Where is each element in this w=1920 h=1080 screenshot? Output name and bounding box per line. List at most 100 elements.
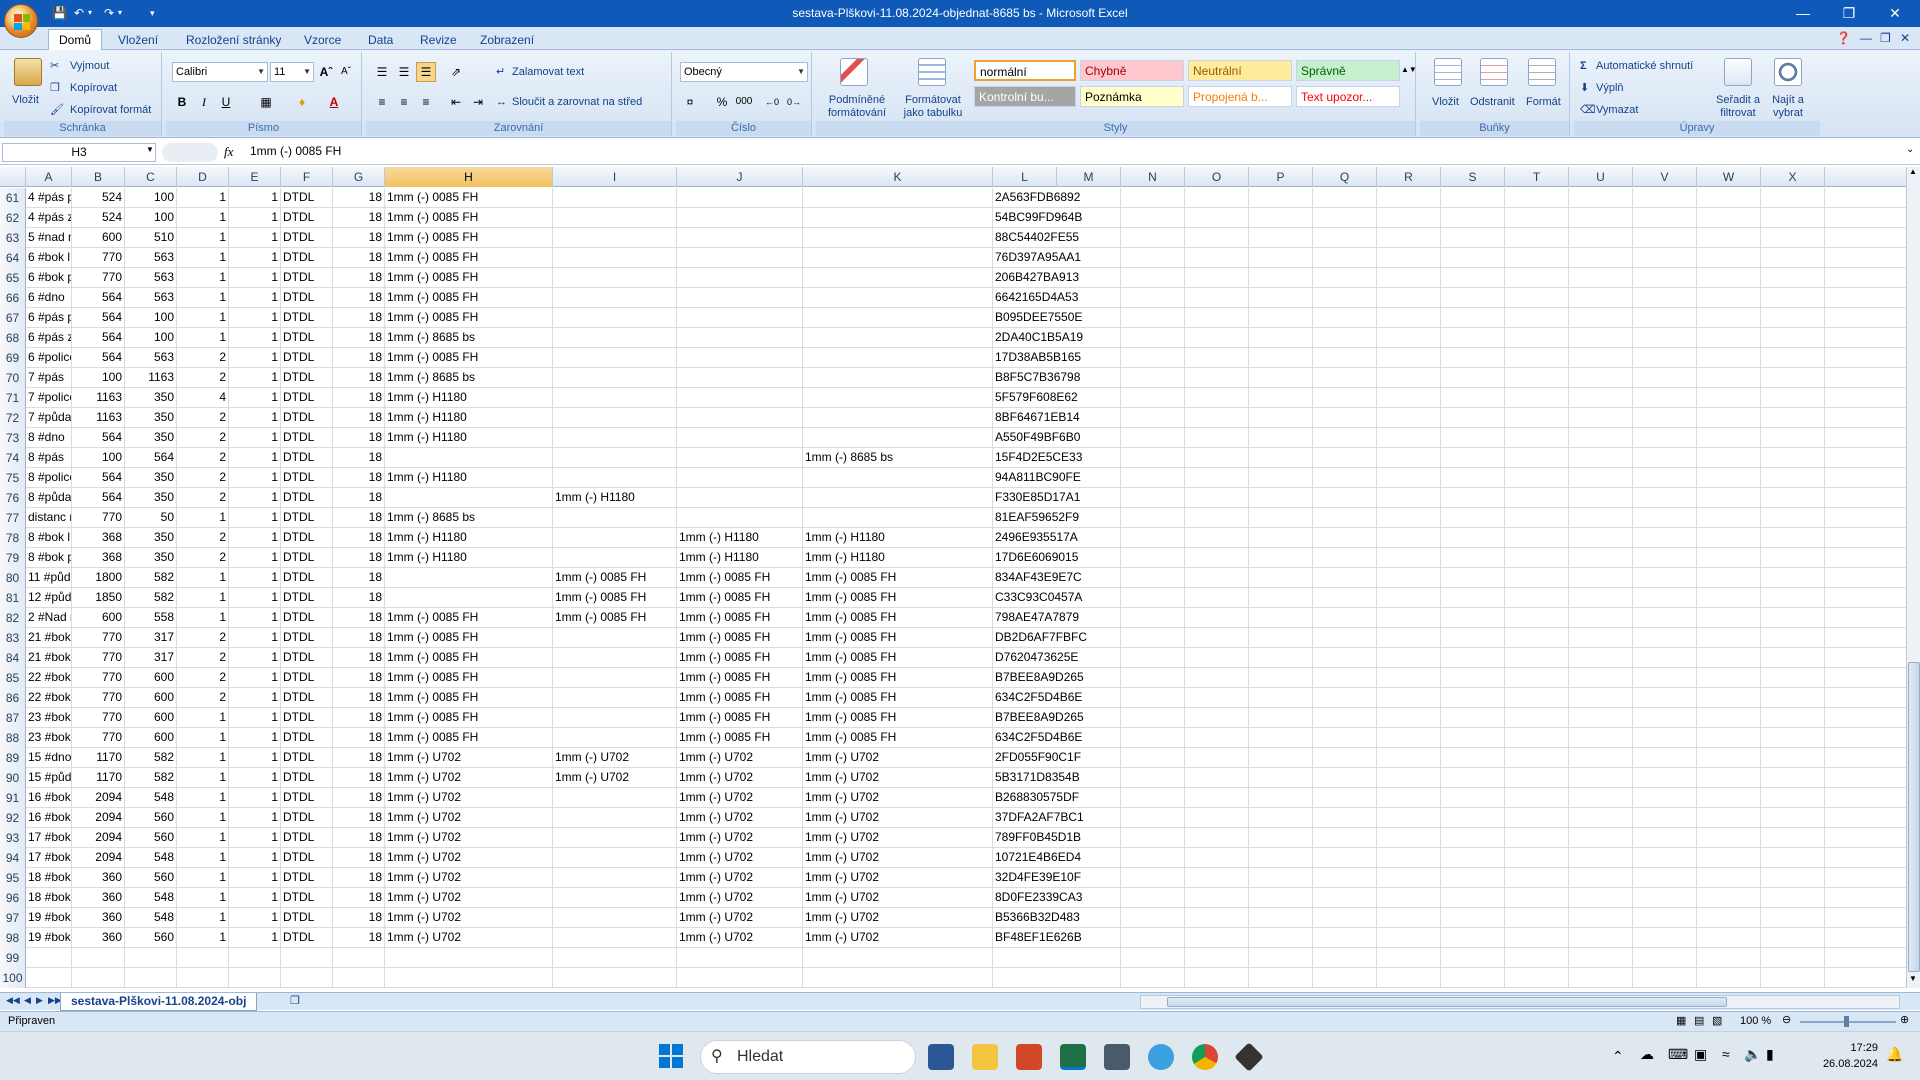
cell-e88[interactable]: 1 <box>229 728 281 747</box>
cell-r64[interactable] <box>1377 248 1441 267</box>
cell-i93[interactable] <box>553 828 677 847</box>
cell-i81[interactable]: 1mm (-) 0085 FH <box>553 588 677 607</box>
cell-a70[interactable]: 7 #pás <box>26 368 72 387</box>
cell-a81[interactable]: 12 #půda <box>26 588 72 607</box>
cell-v91[interactable] <box>1633 788 1697 807</box>
cell-j72[interactable] <box>677 408 803 427</box>
cell-x95[interactable] <box>1761 868 1825 887</box>
cell-f84[interactable]: DTDL <box>281 648 333 667</box>
cell-q84[interactable] <box>1313 648 1377 667</box>
cell-f88[interactable]: DTDL <box>281 728 333 747</box>
cell-e94[interactable]: 1 <box>229 848 281 867</box>
cell-t93[interactable] <box>1505 828 1569 847</box>
cell-a66[interactable]: 6 #dno <box>26 288 72 307</box>
cell-c93[interactable]: 560 <box>125 828 177 847</box>
cell-v98[interactable] <box>1633 928 1697 947</box>
cell-v85[interactable] <box>1633 668 1697 687</box>
find-select-icon[interactable] <box>1774 58 1802 86</box>
cell-k70[interactable] <box>803 368 993 387</box>
cell-l86[interactable]: 634C2F5D4B6E <box>993 688 1121 707</box>
row-header[interactable]: 91 <box>0 788 26 808</box>
cell-a72[interactable]: 7 #půda <box>26 408 72 427</box>
cell-u69[interactable] <box>1569 348 1633 367</box>
cell-p90[interactable] <box>1249 768 1313 787</box>
cell-g80[interactable]: 18 <box>333 568 385 587</box>
cell-k80[interactable]: 1mm (-) 0085 FH <box>803 568 993 587</box>
column-header-u[interactable]: U <box>1569 167 1633 187</box>
cell-j95[interactable]: 1mm (-) U702 <box>677 868 803 887</box>
cell-v99[interactable] <box>1633 948 1697 967</box>
cell-w81[interactable] <box>1697 588 1761 607</box>
insert-cells-button[interactable]: Vložit <box>1432 96 1459 109</box>
cell-x61[interactable] <box>1761 188 1825 207</box>
volume-icon[interactable]: 🔈 <box>1744 1046 1761 1063</box>
cell-d65[interactable]: 1 <box>177 268 229 287</box>
cell-x94[interactable] <box>1761 848 1825 867</box>
cell-x82[interactable] <box>1761 608 1825 627</box>
row-header[interactable]: 68 <box>0 328 26 348</box>
cell-b62[interactable]: 524 <box>72 208 125 227</box>
cell-o93[interactable] <box>1185 828 1249 847</box>
cell-g99[interactable] <box>333 948 385 967</box>
cell-q96[interactable] <box>1313 888 1377 907</box>
thousands-button[interactable]: 000 <box>734 92 754 112</box>
prev-sheet-icon[interactable]: ◀ <box>24 995 31 1006</box>
cell-u77[interactable] <box>1569 508 1633 527</box>
cell-t70[interactable] <box>1505 368 1569 387</box>
cell-i68[interactable] <box>553 328 677 347</box>
cell-j75[interactable] <box>677 468 803 487</box>
restore-icon[interactable]: ❐ <box>1826 0 1872 27</box>
cell-f87[interactable]: DTDL <box>281 708 333 727</box>
row-header[interactable]: 75 <box>0 468 26 488</box>
cell-c96[interactable]: 548 <box>125 888 177 907</box>
cell-l64[interactable]: 76D397A95AA1 <box>993 248 1121 267</box>
cell-v65[interactable] <box>1633 268 1697 287</box>
cell-t62[interactable] <box>1505 208 1569 227</box>
row-header[interactable]: 85 <box>0 668 26 688</box>
cell-x86[interactable] <box>1761 688 1825 707</box>
cell-b82[interactable]: 600 <box>72 608 125 627</box>
cell-p84[interactable] <box>1249 648 1313 667</box>
cell-j70[interactable] <box>677 368 803 387</box>
cell-v72[interactable] <box>1633 408 1697 427</box>
cell-c61[interactable]: 100 <box>125 188 177 207</box>
cell-r88[interactable] <box>1377 728 1441 747</box>
cell-n70[interactable] <box>1121 368 1185 387</box>
cell-o84[interactable] <box>1185 648 1249 667</box>
column-header-c[interactable]: C <box>125 167 177 187</box>
cell-j90[interactable]: 1mm (-) U702 <box>677 768 803 787</box>
cell-o74[interactable] <box>1185 448 1249 467</box>
cell-l84[interactable]: D7620473625E <box>993 648 1121 667</box>
next-sheet-icon[interactable]: ▶ <box>36 995 43 1006</box>
merge-center-button[interactable]: Sloučit a zarovnat na střed <box>512 96 642 109</box>
cell-c82[interactable]: 558 <box>125 608 177 627</box>
cell-w79[interactable] <box>1697 548 1761 567</box>
cell-h65[interactable]: 1mm (-) 0085 FH <box>385 268 553 287</box>
cell-w64[interactable] <box>1697 248 1761 267</box>
cell-d94[interactable]: 1 <box>177 848 229 867</box>
cell-f66[interactable]: DTDL <box>281 288 333 307</box>
formula-input[interactable]: 1mm (-) 0085 FH <box>246 143 1906 162</box>
cell-d84[interactable]: 2 <box>177 648 229 667</box>
cell-c94[interactable]: 548 <box>125 848 177 867</box>
row-header[interactable]: 76 <box>0 488 26 508</box>
cell-o78[interactable] <box>1185 528 1249 547</box>
cell-h81[interactable] <box>385 588 553 607</box>
cell-h61[interactable]: 1mm (-) 0085 FH <box>385 188 553 207</box>
cell-t77[interactable] <box>1505 508 1569 527</box>
cell-d77[interactable]: 1 <box>177 508 229 527</box>
cell-i92[interactable] <box>553 808 677 827</box>
cell-x71[interactable] <box>1761 388 1825 407</box>
cell-w78[interactable] <box>1697 528 1761 547</box>
tab-review[interactable]: Revize <box>410 30 467 50</box>
cell-h77[interactable]: 1mm (-) 8685 bs <box>385 508 553 527</box>
cell-d69[interactable]: 2 <box>177 348 229 367</box>
cell-u74[interactable] <box>1569 448 1633 467</box>
cell-k95[interactable]: 1mm (-) U702 <box>803 868 993 887</box>
cell-j100[interactable] <box>677 968 803 987</box>
cell-p96[interactable] <box>1249 888 1313 907</box>
cell-d70[interactable]: 2 <box>177 368 229 387</box>
cell-a75[interactable]: 8 #police <box>26 468 72 487</box>
cell-r87[interactable] <box>1377 708 1441 727</box>
cell-i64[interactable] <box>553 248 677 267</box>
